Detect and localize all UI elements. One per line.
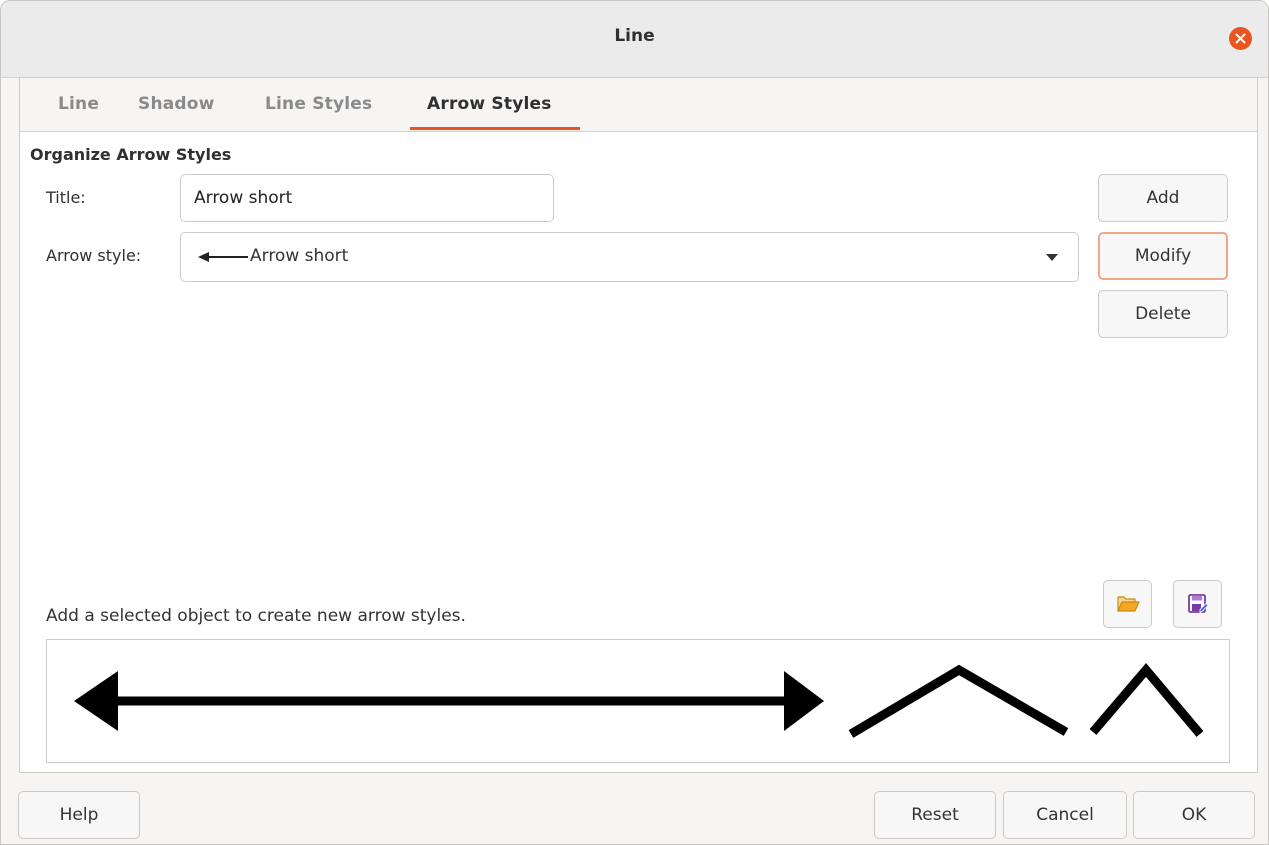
left-arrowhead — [74, 671, 118, 731]
ok-button[interactable]: OK — [1133, 791, 1255, 839]
title-bar: Line — [1, 1, 1268, 78]
narrow-chevron-shape — [1089, 663, 1204, 737]
reset-button[interactable]: Reset — [874, 791, 996, 839]
wide-chevron-shape — [848, 664, 1069, 738]
section-title: Organize Arrow Styles — [30, 145, 232, 164]
arrow-preview-drawing — [74, 663, 1204, 738]
modify-button[interactable]: Modify — [1098, 232, 1228, 280]
line-dialog: Line Line Shadow Line Styles Arrow Style… — [0, 0, 1269, 845]
chevron-down-icon — [1046, 254, 1058, 261]
open-button[interactable] — [1103, 580, 1152, 628]
save-icon — [1187, 594, 1209, 614]
arrow-style-value: Arrow short — [250, 246, 349, 266]
close-icon — [1235, 33, 1246, 44]
save-button[interactable] — [1173, 580, 1222, 628]
arrow-style-label: Arrow style: — [46, 246, 142, 265]
title-input[interactable]: Arrow short — [180, 174, 554, 222]
tab-line-styles[interactable]: Line Styles — [265, 94, 372, 114]
help-button[interactable]: Help — [18, 791, 140, 839]
active-tab-indicator — [410, 127, 580, 130]
arrow-short-preview-icon — [198, 252, 248, 262]
add-button[interactable]: Add — [1098, 174, 1228, 222]
tab-shadow[interactable]: Shadow — [138, 94, 215, 114]
right-arrowhead — [784, 671, 824, 731]
title-label: Title: — [46, 188, 86, 207]
cancel-button[interactable]: Cancel — [1003, 791, 1127, 839]
tab-line[interactable]: Line — [58, 94, 99, 114]
arrow-preview-area — [46, 639, 1230, 763]
hint-text: Add a selected object to create new arro… — [46, 606, 466, 626]
arrow-style-select[interactable]: Arrow short — [180, 232, 1079, 282]
tab-bar: Line Shadow Line Styles Arrow Styles — [20, 78, 1257, 132]
folder-open-icon — [1116, 596, 1140, 612]
close-button[interactable] — [1229, 27, 1252, 50]
delete-button[interactable]: Delete — [1098, 290, 1228, 338]
tab-panel: Line Shadow Line Styles Arrow Styles Org… — [19, 77, 1258, 773]
tab-arrow-styles[interactable]: Arrow Styles — [427, 94, 552, 114]
dialog-title: Line — [614, 26, 655, 46]
